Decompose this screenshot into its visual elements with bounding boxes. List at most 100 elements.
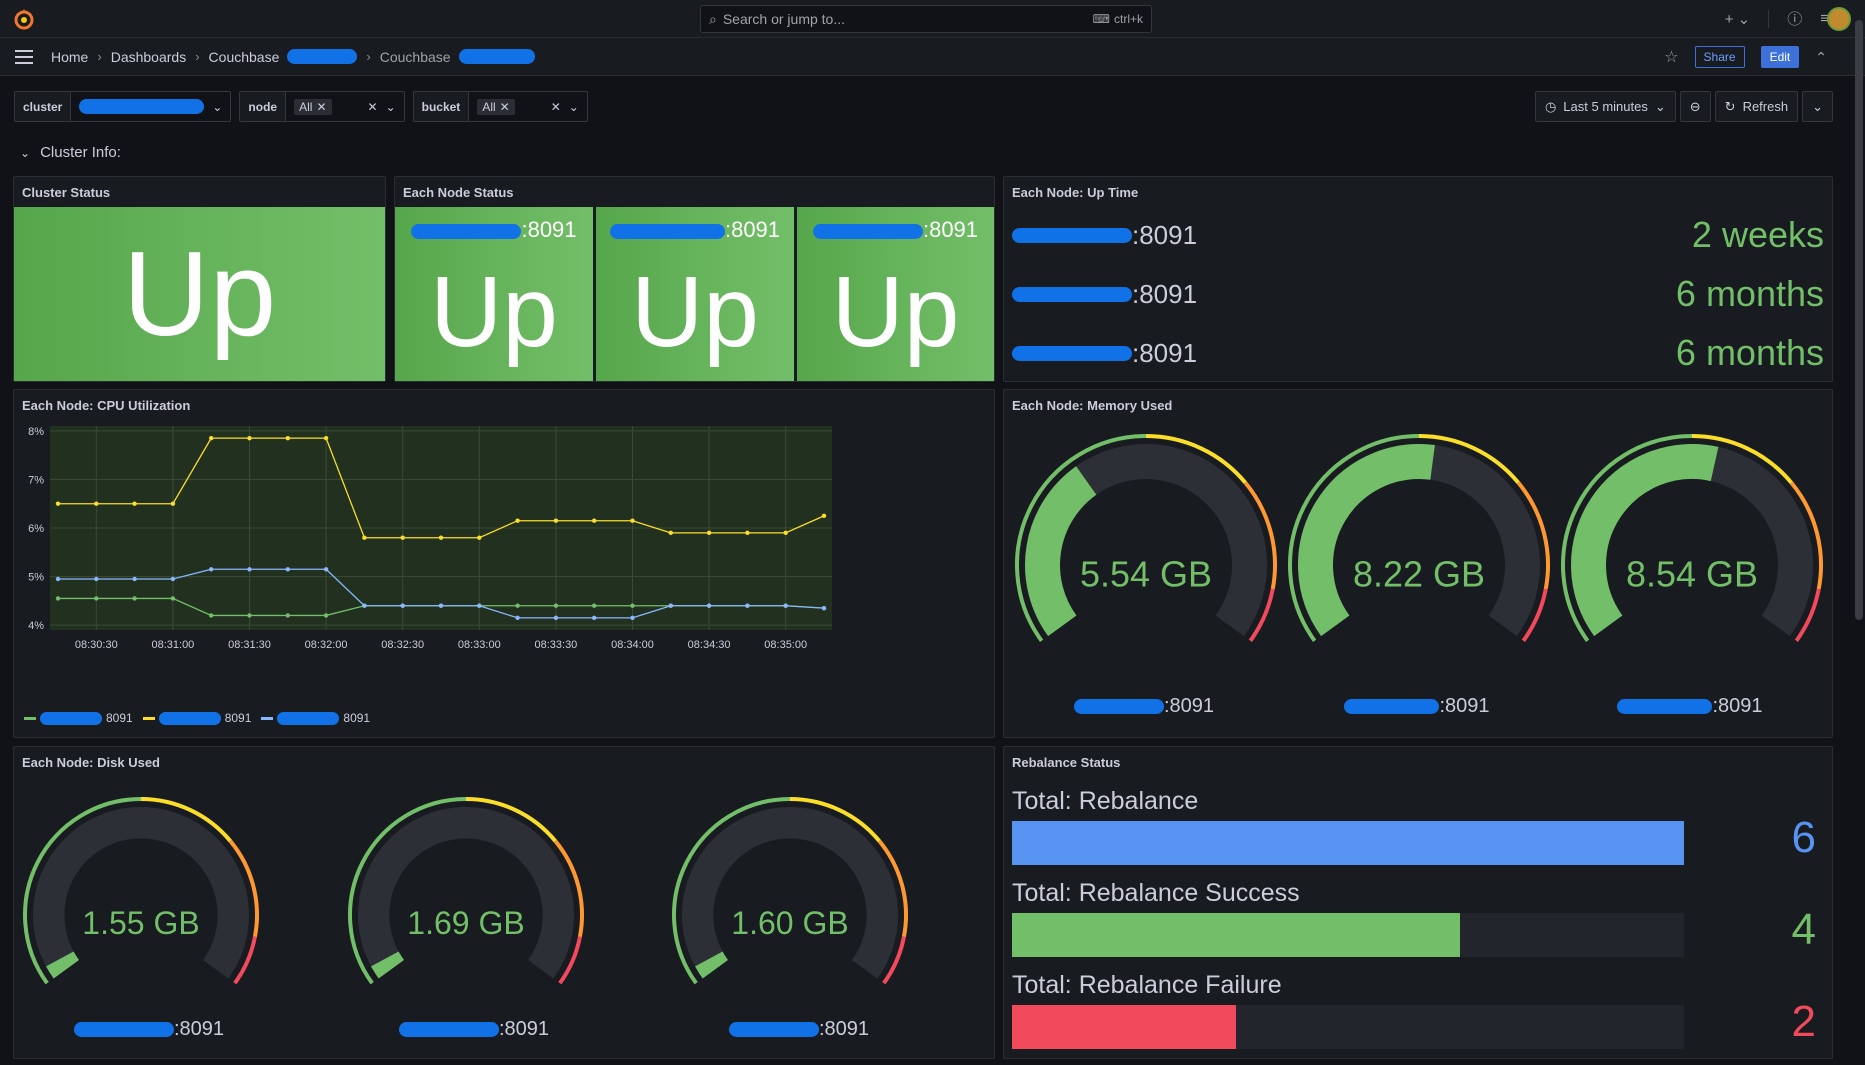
panel-cluster-status: Cluster Status Up xyxy=(13,176,386,382)
filter-value[interactable]: ⌄ xyxy=(71,92,230,121)
star-icon[interactable]: ☆ xyxy=(1664,47,1678,67)
share-button[interactable]: Share xyxy=(1694,46,1745,68)
chevron-down-icon: ⌄ xyxy=(568,99,579,114)
filter-value[interactable]: All ✕ ✕ ⌄ xyxy=(469,92,587,121)
zoom-out-icon: ⊖ xyxy=(1689,98,1701,114)
redaction-mark xyxy=(79,99,205,114)
breadcrumb-dashboards[interactable]: Dashboards xyxy=(111,49,187,65)
data-point xyxy=(668,530,673,536)
panel-rebalance: Rebalance Status Total: Rebalance 6 Tota… xyxy=(1003,746,1833,1059)
refresh-icon: ↻ xyxy=(1724,98,1736,114)
panel-memory: Each Node: Memory Used 5.54 GB 8.22 GB 8.5… xyxy=(1003,389,1833,738)
edit-button[interactable]: Edit xyxy=(1760,46,1800,68)
chart-legend: 8091 8091 8091 xyxy=(24,711,370,725)
search-icon: ⌕ xyxy=(709,10,717,27)
data-point xyxy=(706,530,712,536)
y-tick-label: 4% xyxy=(28,620,44,632)
redaction-mark xyxy=(1073,699,1164,714)
redaction-mark xyxy=(1012,345,1132,361)
gauge-node-label: :8091 xyxy=(1610,695,1770,718)
memory-gauges: 5.54 GB 8.22 GB 8.54 GB xyxy=(1015,434,1823,642)
uptime-row: :8091 6 months xyxy=(1012,329,1824,377)
grafana-logo-icon[interactable] xyxy=(12,7,36,31)
row-header[interactable]: ⌄ Cluster Info: xyxy=(20,144,121,161)
legend-item[interactable]: 8091 xyxy=(142,711,251,725)
panel-title: Rebalance Status xyxy=(1012,755,1121,770)
filter-node[interactable]: node All ✕ ✕ ⌄ xyxy=(239,91,405,122)
y-tick-label: 8% xyxy=(28,426,44,438)
data-point xyxy=(745,530,750,536)
bar-gauge-label: Total: Rebalance xyxy=(1012,787,1199,815)
data-point xyxy=(285,435,290,441)
data-point xyxy=(438,535,444,540)
stat-value: Up xyxy=(122,227,277,361)
panel-title: Each Node: Disk Used xyxy=(22,755,160,770)
x-tick-label: 08:33:00 xyxy=(458,639,501,651)
refresh-button[interactable]: ↻ Refresh xyxy=(1714,91,1799,122)
stat-value: Up xyxy=(831,256,960,368)
data-point xyxy=(553,603,559,608)
data-point xyxy=(132,501,137,506)
data-point xyxy=(477,535,482,540)
refresh-interval-button[interactable]: ⌄ xyxy=(1802,91,1833,122)
data-point xyxy=(94,596,99,601)
gauge-node-label: :8091 xyxy=(394,1018,554,1041)
clear-icon[interactable]: ✕ xyxy=(551,100,561,114)
close-icon[interactable]: ✕ xyxy=(500,100,510,114)
stat-value: Up xyxy=(631,256,759,368)
chevron-down-icon: ⌄ xyxy=(1654,98,1666,114)
redaction-mark xyxy=(287,49,358,64)
gauge-value-arc xyxy=(1571,444,1719,637)
row-title: Cluster Info: xyxy=(40,144,121,161)
legend-item[interactable]: 8091 xyxy=(24,711,133,725)
cluster-status-stat: Up xyxy=(14,207,385,381)
legend-swatch xyxy=(142,716,155,720)
node-name: :8091 xyxy=(1012,279,1197,310)
panel-title: Cluster Status xyxy=(22,185,111,200)
help-icon[interactable]: ⓘ xyxy=(1787,8,1802,29)
bar-gauge-value: 2 xyxy=(1791,997,1816,1046)
filter-value[interactable]: All ✕ ✕ ⌄ xyxy=(286,92,404,121)
gauge-value-text: 1.60 GB xyxy=(731,905,848,941)
data-point xyxy=(132,596,137,601)
bar-gauge-value: 6 xyxy=(1791,813,1816,862)
avatar[interactable] xyxy=(1827,7,1851,31)
filter-cluster[interactable]: cluster ⌄ xyxy=(14,91,232,122)
chevron-right-icon: › xyxy=(366,49,371,64)
plus-icon[interactable]: + ⌄ xyxy=(1725,10,1751,28)
filter-bucket[interactable]: bucket All ✕ ✕ ⌄ xyxy=(412,91,588,122)
search-bar[interactable]: ⌕ Search or jump to... ⌨ ctrl+k xyxy=(700,5,1152,33)
data-point xyxy=(209,613,214,618)
data-point xyxy=(706,603,712,608)
chevron-down-icon: ⌄ xyxy=(385,99,396,114)
x-tick-label: 08:33:30 xyxy=(534,639,577,651)
zoom-out-button[interactable]: ⊖ xyxy=(1679,91,1711,122)
data-point xyxy=(592,615,597,621)
data-point xyxy=(209,435,214,441)
filter-label: cluster xyxy=(15,92,72,121)
close-icon[interactable]: ✕ xyxy=(316,100,326,114)
gauge-value-arc xyxy=(1298,444,1435,637)
page-scrollbar[interactable] xyxy=(1855,20,1863,620)
legend-item[interactable]: 8091 xyxy=(261,711,370,725)
data-point xyxy=(553,615,559,621)
keyboard-icon: ⌨ xyxy=(1092,12,1110,26)
menu-icon[interactable] xyxy=(15,49,33,64)
x-tick-label: 08:32:00 xyxy=(305,639,348,651)
node-name: :8091 xyxy=(1012,338,1197,369)
data-point xyxy=(247,567,252,572)
uptime-value: 6 months xyxy=(1675,332,1824,373)
redaction-mark xyxy=(40,711,102,725)
data-point xyxy=(821,605,827,611)
chevron-up-icon[interactable]: ⌃ xyxy=(1815,49,1827,66)
bar-gauge-label: Total: Rebalance Success xyxy=(1012,879,1300,907)
breadcrumb-folder[interactable]: Couchbase xyxy=(209,49,280,65)
bar-gauge-track xyxy=(1012,821,1684,865)
breadcrumb-home[interactable]: Home xyxy=(51,49,88,65)
gauge-value-arc xyxy=(371,951,405,979)
time-range-picker[interactable]: ◷ Last 5 minutes ⌄ xyxy=(1534,91,1676,122)
redaction-mark xyxy=(812,223,923,239)
clear-icon[interactable]: ✕ xyxy=(368,100,378,114)
data-point xyxy=(247,435,252,441)
bar-gauge-fill xyxy=(1012,913,1461,957)
